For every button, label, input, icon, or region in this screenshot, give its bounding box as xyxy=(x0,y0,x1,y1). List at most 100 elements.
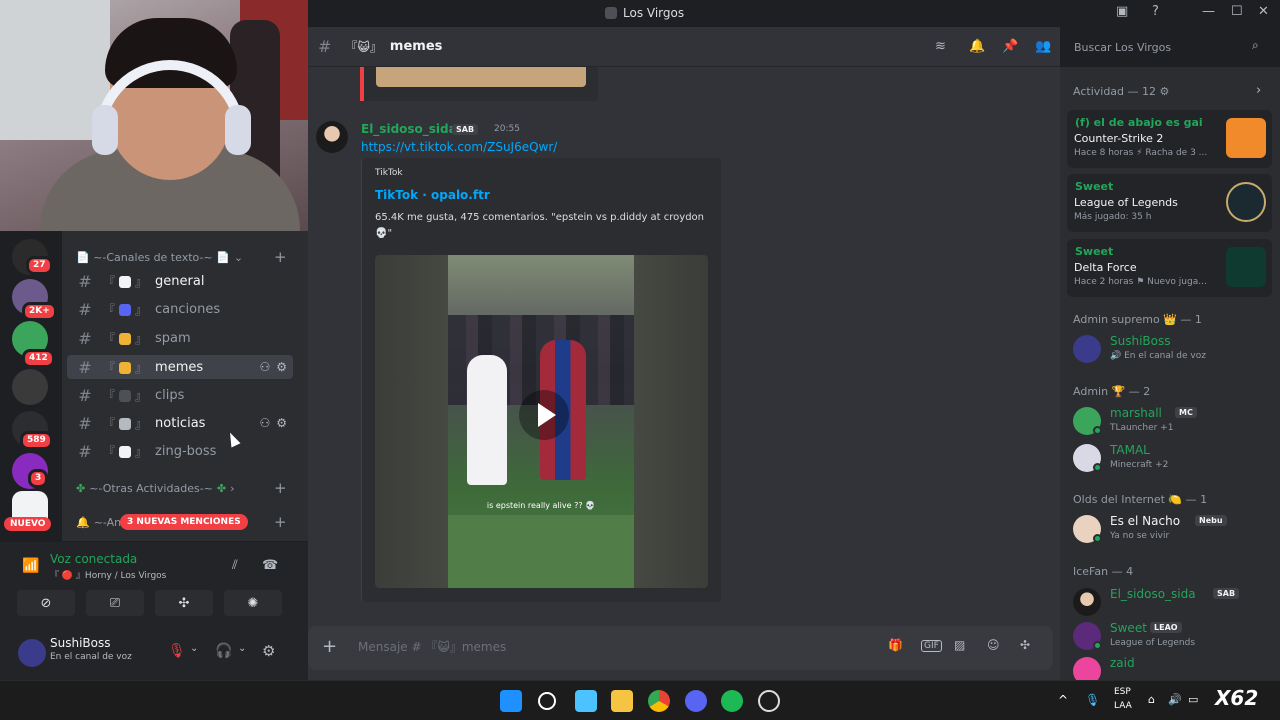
channel-prefix: 『』 xyxy=(103,444,148,459)
chevron-up-icon[interactable]: ^ xyxy=(1058,693,1068,707)
previous-embed xyxy=(360,67,598,101)
chevron-right-icon[interactable]: › xyxy=(1256,83,1261,98)
chevron-down-icon[interactable]: ⌄ xyxy=(190,643,198,654)
channel-memes[interactable]: # 『』 memes ⚇ ⚙ xyxy=(67,355,293,379)
help-icon[interactable]: ? xyxy=(1152,4,1159,19)
channel-clips[interactable]: # 『』 clips xyxy=(67,383,293,407)
message-input[interactable] xyxy=(358,636,858,658)
channel-zing-boss[interactable]: # 『』 zing-boss xyxy=(67,439,293,463)
avatar xyxy=(1073,335,1101,363)
language-indicator[interactable]: ESP xyxy=(1114,687,1131,697)
message-link[interactable]: https://vt.tiktok.com/ZSuJ6eQwr/ xyxy=(361,140,557,154)
activity-card[interactable]: (f) el de abajo es gai Counter-Strike 2 … xyxy=(1067,110,1272,168)
spotify-icon[interactable] xyxy=(721,690,743,712)
gear-icon[interactable]: ⚙ xyxy=(276,360,287,374)
member-list-icon[interactable]: 👥 xyxy=(1035,39,1051,54)
embed-video[interactable]: is epstein really alive ?? 💀 xyxy=(375,255,708,588)
channel-noticias[interactable]: # 『』 noticias ⚇ ⚙ xyxy=(67,411,293,435)
invite-icon[interactable]: ⚇ xyxy=(259,360,270,374)
embed-image[interactable] xyxy=(376,67,586,87)
camera-button[interactable]: ⊘ xyxy=(17,590,75,616)
channel-general[interactable]: # 『』 general xyxy=(67,269,293,293)
search-icon[interactable]: ⌕ xyxy=(1252,38,1259,53)
maximize-button[interactable]: ☐ xyxy=(1231,4,1243,19)
unread-badge: 412 xyxy=(22,349,55,368)
category-text-channels[interactable]: 📄 ~-Canales de texto-~ 📄 ⌄ xyxy=(76,251,243,264)
channel-canciones[interactable]: # 『』 canciones xyxy=(67,297,293,321)
language-layout[interactable]: LAA xyxy=(1114,701,1132,711)
gear-icon[interactable]: ⚙ xyxy=(1160,85,1170,98)
soundboard-button[interactable]: ✺ xyxy=(224,590,282,616)
noise-suppression-icon[interactable]: ⫽ xyxy=(232,558,238,573)
deafen-icon[interactable]: 🎧 xyxy=(215,643,232,659)
minimize-button[interactable]: — xyxy=(1202,4,1215,19)
threads-icon[interactable]: ≋ xyxy=(935,39,946,54)
channel-prefix: 『』 xyxy=(103,302,148,317)
server-icon[interactable] xyxy=(12,369,48,405)
search-input[interactable] xyxy=(1074,38,1244,56)
play-icon[interactable] xyxy=(519,390,569,440)
discord-icon[interactable] xyxy=(685,690,707,712)
member-item[interactable]: Sweet LEAO League of Legends xyxy=(1073,619,1273,653)
invite-icon[interactable]: ⚇ xyxy=(259,416,270,430)
bell-icon[interactable]: 🔔 xyxy=(969,39,985,54)
sticker-icon[interactable]: ▨ xyxy=(954,638,965,652)
inbox-icon[interactable]: ▣ xyxy=(1116,4,1128,19)
channel-prefix: 『』 xyxy=(103,274,148,289)
screen-share-button[interactable]: ⎚ xyxy=(86,590,144,616)
battery-icon[interactable]: ▭ xyxy=(1188,693,1198,706)
member-item[interactable]: TAMAL Minecraft +2 xyxy=(1073,441,1273,475)
search-icon[interactable] xyxy=(538,692,556,710)
activity-card[interactable]: Sweet Delta Force Hace 2 horas ⚑ Nuevo j… xyxy=(1067,239,1272,297)
window-title: Los Virgos xyxy=(605,6,684,20)
embed-title[interactable]: TikTok · opalo.ftr xyxy=(375,188,490,202)
channel-spam[interactable]: # 『』 spam xyxy=(67,326,293,350)
member-name: El_sidoso_sida xyxy=(1110,587,1196,601)
store-icon[interactable] xyxy=(575,690,597,712)
online-status-dot xyxy=(1093,463,1102,472)
add-channel-icon[interactable]: + xyxy=(274,479,287,497)
apps-icon[interactable]: ✣ xyxy=(1020,638,1030,652)
add-channel-icon[interactable]: + xyxy=(274,248,287,266)
emoji-icon[interactable]: ☺ xyxy=(987,638,1000,652)
attach-plus-icon[interactable]: + xyxy=(322,636,337,657)
new-unreads-pill[interactable]: NUEVO xyxy=(4,517,52,531)
avatar[interactable] xyxy=(18,639,46,667)
add-channel-icon[interactable]: + xyxy=(274,513,287,531)
member-item[interactable]: El_sidoso_sida SAB xyxy=(1073,585,1273,619)
gift-icon[interactable]: 🎁 xyxy=(888,638,903,652)
pin-icon[interactable]: 📌 xyxy=(1002,39,1018,54)
gear-icon[interactable]: ⚙ xyxy=(276,416,287,430)
windows-start-icon[interactable] xyxy=(500,690,522,712)
member-name: Sweet xyxy=(1110,621,1147,635)
member-item[interactable]: SushiBoss 🔊 En el canal de voz xyxy=(1073,332,1273,366)
unread-badge: 2K+ xyxy=(22,302,57,321)
mic-icon[interactable]: 🎙 xyxy=(1085,693,1100,707)
mic-muted-icon[interactable]: 🎙 xyxy=(168,643,186,659)
windows-taskbar: ^ 🎙 ESP LAA ⌂ 🔊 ▭ X62 xyxy=(0,680,1280,720)
activity-card[interactable]: Sweet League of Legends Más jugado: 35 h xyxy=(1067,174,1272,232)
voice-channel-name[interactable]: 『 🔴 』Horny / Los Virgos xyxy=(50,568,166,581)
chrome-icon[interactable] xyxy=(648,690,670,712)
activities-button[interactable]: ✣ xyxy=(155,590,213,616)
file-explorer-icon[interactable] xyxy=(611,690,633,712)
message-author[interactable]: El_sidoso_sida xyxy=(361,122,457,136)
guild-tag-badge: SAB xyxy=(1213,588,1240,599)
close-button[interactable]: ✕ xyxy=(1258,4,1269,19)
avatar[interactable] xyxy=(316,121,348,153)
app-icon[interactable] xyxy=(758,690,780,712)
disconnect-icon[interactable]: ☎ xyxy=(262,558,278,573)
gif-icon[interactable]: GIF xyxy=(921,640,942,652)
activity-detail: Hace 8 horas ⚡ Racha de 3 ... xyxy=(1074,148,1208,158)
volume-icon[interactable]: 🔊 xyxy=(1168,693,1182,706)
category-other-activities[interactable]: ✤ ~-Otras Actividades-~ ✤ › xyxy=(76,482,235,495)
username[interactable]: SushiBoss xyxy=(50,636,111,650)
guild-tag-badge[interactable]: SAB xyxy=(452,124,479,135)
member-item[interactable]: zaid xyxy=(1073,654,1273,680)
network-icon[interactable]: ⌂ xyxy=(1148,693,1155,706)
member-item[interactable]: marshall MC TLauncher +1 xyxy=(1073,404,1273,438)
user-settings-icon[interactable]: ⚙ xyxy=(262,642,275,660)
member-item[interactable]: Es el Nacho Nebu Ya no se vivir xyxy=(1073,512,1273,546)
new-mentions-pill[interactable]: 3 NUEVAS MENCIONES xyxy=(120,514,248,530)
chevron-down-icon[interactable]: ⌄ xyxy=(238,643,246,654)
